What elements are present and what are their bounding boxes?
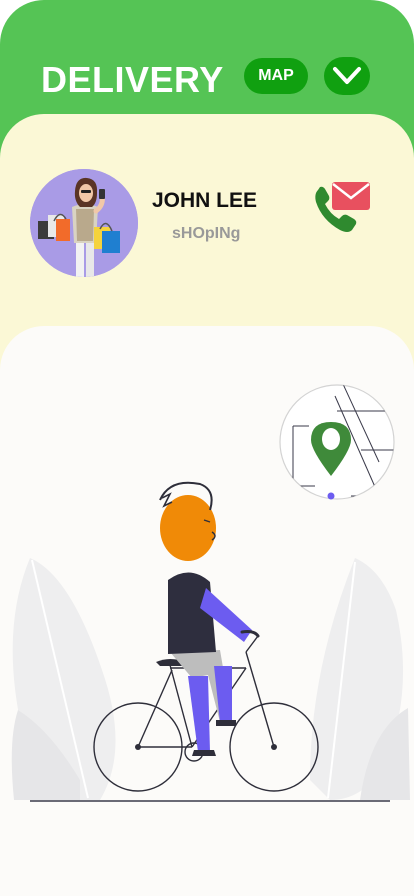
map-button[interactable]: MAP (244, 58, 308, 94)
chevron-down-icon (333, 67, 361, 84)
avatar[interactable] (30, 169, 138, 277)
user-role: sHOpINg (172, 225, 241, 242)
contact-button[interactable] (312, 180, 374, 241)
user-name: JOHN LEE (152, 189, 258, 212)
avatar-image (30, 169, 138, 277)
delivery-illustration (11, 481, 410, 802)
expand-button[interactable] (324, 57, 370, 95)
page-title: DELIVERY (41, 59, 224, 100)
phone-mail-icon (315, 182, 370, 232)
